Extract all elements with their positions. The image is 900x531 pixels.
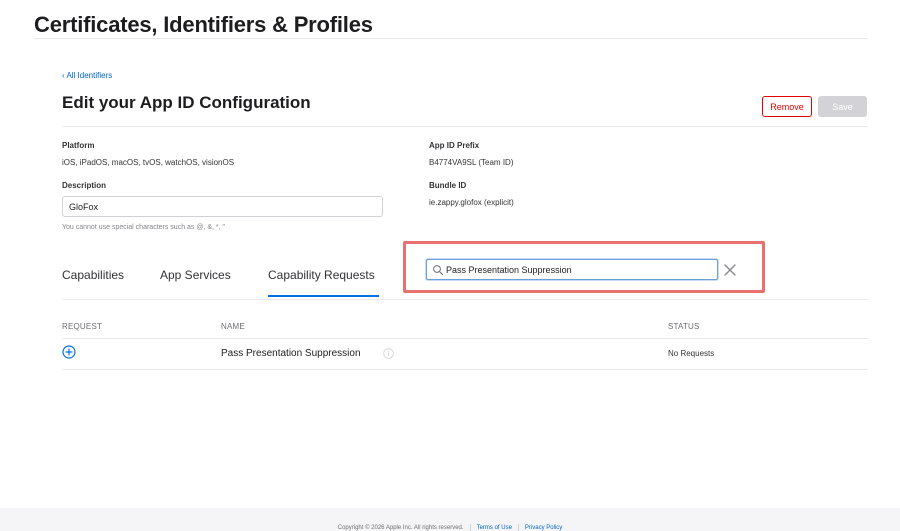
active-tab-indicator bbox=[268, 295, 379, 297]
description-hint: You cannot use special characters such a… bbox=[62, 224, 226, 231]
page: Certificates, Identifiers & Profiles ‹ A… bbox=[0, 0, 900, 531]
table-header-divider bbox=[62, 338, 868, 339]
bundle-id-value: ie.zappy.glofox (explicit) bbox=[429, 198, 514, 207]
tab-capabilities[interactable]: Capabilities bbox=[62, 268, 124, 282]
footer-copyright: Copyright © 2026 Apple Inc. All rights r… bbox=[337, 525, 464, 531]
heading-divider bbox=[62, 126, 868, 127]
bundle-id-label: Bundle ID bbox=[429, 181, 467, 190]
search-icon bbox=[433, 264, 444, 275]
terms-of-use-link[interactable]: Terms of Use bbox=[477, 525, 512, 531]
page-heading: Edit your App ID Configuration bbox=[62, 93, 311, 112]
description-label: Description bbox=[62, 181, 107, 190]
platform-value: iOS, iPadOS, macOS, tvOS, watchOS, visio… bbox=[62, 158, 235, 167]
site-title: Certificates, Identifiers & Profiles bbox=[34, 12, 373, 37]
footer: Copyright © 2026 Apple Inc. All rights r… bbox=[0, 524, 900, 531]
column-header-status: STATUS bbox=[668, 322, 700, 331]
app-id-prefix-label: App ID Prefix bbox=[429, 141, 480, 150]
column-header-name: NAME bbox=[221, 322, 245, 331]
tab-capability-requests[interactable]: Capability Requests bbox=[268, 268, 375, 282]
privacy-policy-link[interactable]: Privacy Policy bbox=[525, 525, 562, 531]
info-icon[interactable] bbox=[383, 348, 394, 359]
table-row-divider bbox=[62, 369, 868, 370]
request-name: Pass Presentation Suppression bbox=[221, 348, 361, 359]
search-input[interactable] bbox=[446, 264, 706, 275]
footer-separator bbox=[469, 524, 471, 531]
footer-separator bbox=[517, 524, 519, 531]
remove-button[interactable]: Remove bbox=[762, 96, 812, 117]
tabs-divider bbox=[62, 299, 868, 300]
search-field[interactable] bbox=[426, 259, 718, 280]
add-request-icon[interactable] bbox=[62, 345, 76, 359]
app-id-prefix-value: B4774VA9SL (Team ID) bbox=[429, 158, 514, 167]
tab-app-services[interactable]: App Services bbox=[160, 268, 231, 282]
title-divider bbox=[34, 38, 868, 39]
request-status: No Requests bbox=[668, 349, 715, 358]
save-button[interactable]: Save bbox=[818, 96, 867, 117]
platform-label: Platform bbox=[62, 141, 95, 150]
column-header-request: REQUEST bbox=[62, 322, 103, 331]
description-input[interactable] bbox=[62, 196, 383, 217]
back-to-identifiers-link[interactable]: ‹ All Identifiers bbox=[62, 71, 112, 80]
clear-search-icon[interactable] bbox=[722, 262, 738, 278]
